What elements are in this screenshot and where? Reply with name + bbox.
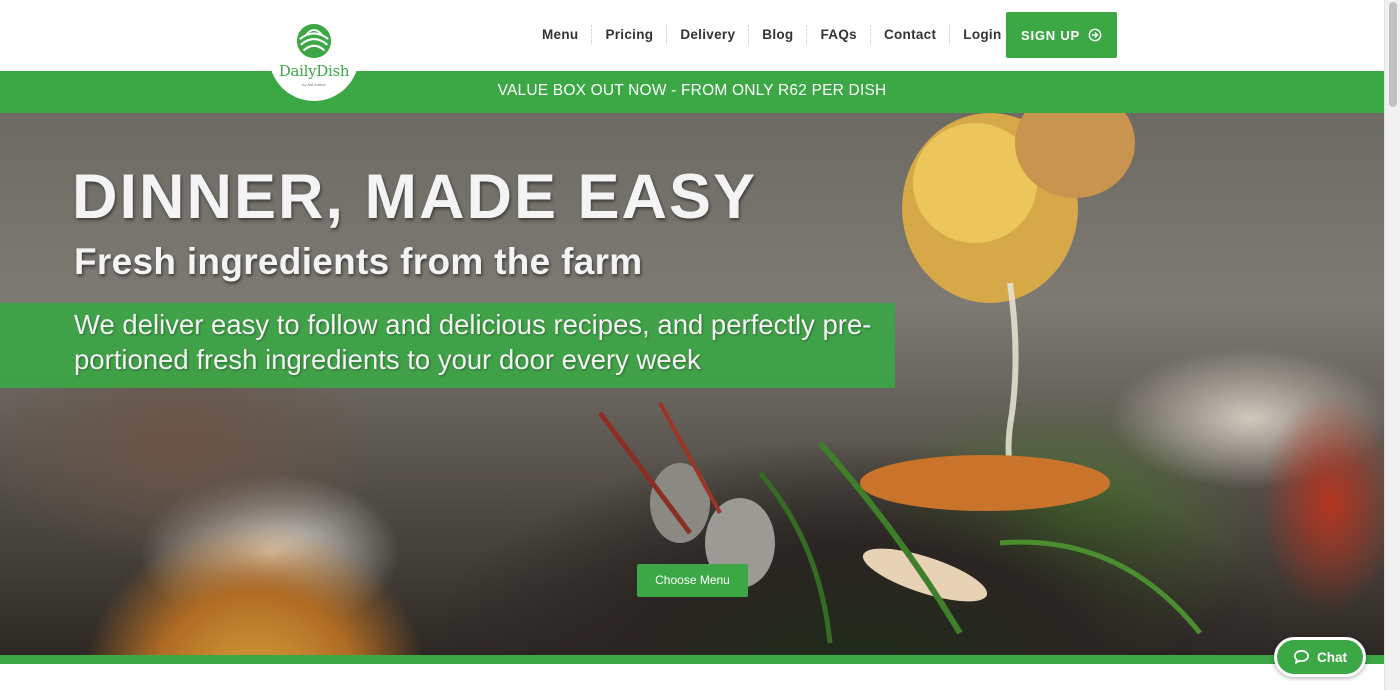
page-scrollbar[interactable] (1384, 0, 1400, 690)
nav-item-delivery[interactable]: Delivery (667, 25, 750, 45)
logo-wordmark: DailyDish (278, 62, 350, 80)
site-logo[interactable]: DailyDish by Ant Author (269, 6, 359, 101)
scrollbar-thumb[interactable] (1389, 2, 1397, 107)
arrow-circle-right-icon (1088, 28, 1102, 42)
nav-item-pricing[interactable]: Pricing (592, 25, 668, 45)
hero-title: DINNER, MADE EASY (72, 162, 758, 232)
main-nav: Menu Pricing Delivery Blog FAQs Contact … (529, 25, 1015, 45)
chat-label: Chat (1317, 649, 1347, 665)
nav-item-menu[interactable]: Menu (529, 25, 593, 45)
promo-text: VALUE BOX OUT NOW - FROM ONLY R62 PER DI… (497, 82, 887, 99)
leaf-globe-icon (296, 23, 332, 59)
choose-menu-button[interactable]: Choose Menu (637, 564, 748, 597)
chat-bubble-icon (1294, 650, 1309, 664)
hero-description: We deliver easy to follow and delicious … (74, 309, 872, 375)
nav-item-contact[interactable]: Contact (871, 25, 951, 45)
hero-bottom-bar (0, 655, 1384, 664)
hero-subtitle: Fresh ingredients from the farm (74, 241, 643, 282)
hero-section: DINNER, MADE EASY Fresh ingredients from… (0, 113, 1384, 655)
nav-item-blog[interactable]: Blog (749, 25, 808, 45)
promo-banner[interactable]: VALUE BOX OUT NOW - FROM ONLY R62 PER DI… (0, 71, 1384, 113)
nav-item-faqs[interactable]: FAQs (807, 25, 871, 45)
site-header: Menu Pricing Delivery Blog FAQs Contact … (0, 0, 1384, 71)
logo-tagline: by Ant Author (302, 82, 326, 87)
nav-item-login[interactable]: Login (950, 25, 1014, 45)
chat-button[interactable]: Chat (1274, 637, 1366, 677)
signup-label: SIGN UP (1020, 27, 1081, 43)
signup-button[interactable]: SIGN UP (1006, 12, 1117, 58)
